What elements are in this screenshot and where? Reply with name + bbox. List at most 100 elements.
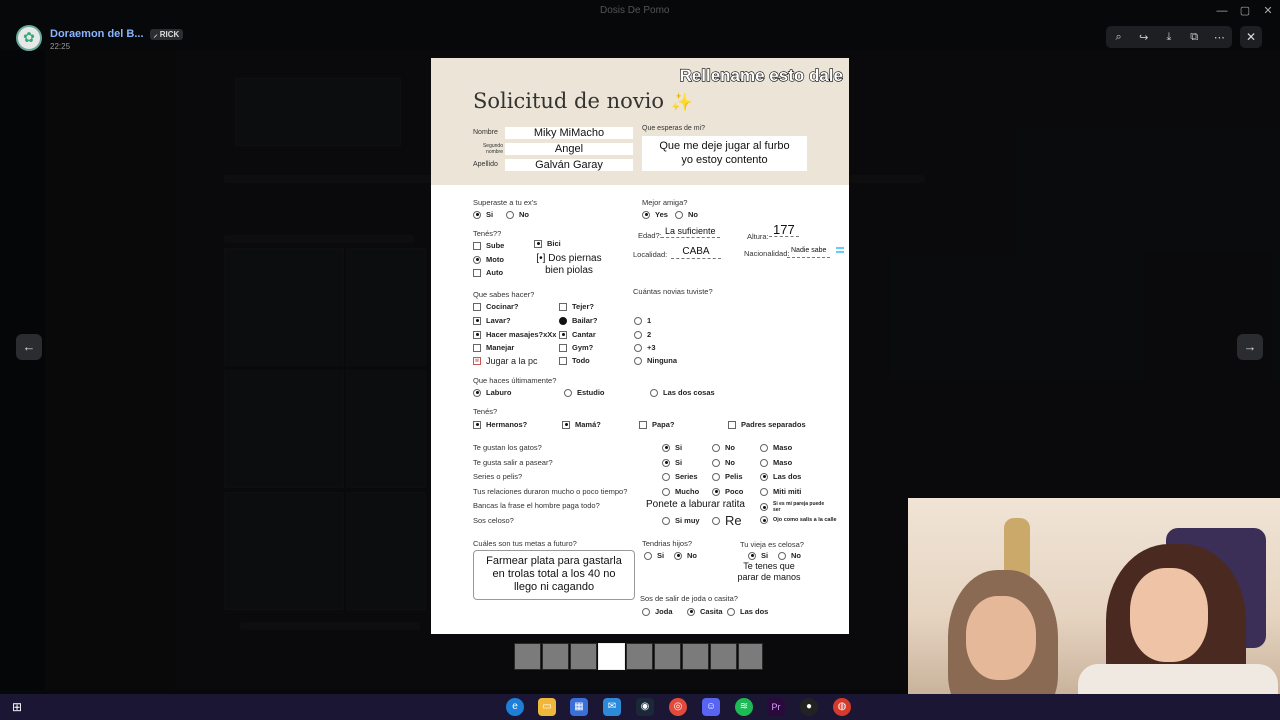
ultimamente-ambas: Las dos cosas [650,388,715,397]
steam-icon[interactable]: ◉ [636,698,654,716]
hijos-si: Si [644,551,664,560]
form-title: Solicitud de novio ✨ [473,89,693,113]
piernas-handwritten: [•] Dos piernas bien piolas [534,253,604,277]
celoso-ojo: Ojo como salis a la calle [760,516,837,524]
option-label: Si [675,458,683,467]
thumbnail[interactable] [710,643,737,670]
radio-icon [712,516,720,525]
zoom-icon[interactable]: ⌕ [1109,31,1129,44]
option-label: Series [675,472,698,481]
radio-icon [760,458,768,467]
radio-icon [473,210,481,219]
radio-icon [634,356,642,365]
maximize-button[interactable]: ▢ [1235,3,1255,19]
pasear-si: Si [662,458,682,467]
tenes2-papa: Papa? [639,420,675,429]
window-close-button[interactable]: ✕ [1258,3,1278,19]
mail-icon[interactable]: ✉ [603,698,621,716]
download-icon[interactable]: ⤓ [1159,31,1179,44]
radio-icon [634,316,642,325]
windows-icon[interactable]: ⊞ [8,698,26,716]
browser-icon[interactable]: ◍ [833,698,851,716]
window-title: Dosis De Pomo [600,5,670,16]
chrome-icon[interactable]: ◎ [669,698,687,716]
open-external-icon[interactable]: ⧉ [1184,31,1204,44]
hand-line: [•] Dos piernas [536,253,602,264]
next-image-button[interactable]: → [1237,334,1263,360]
option-label: Lavar? [486,316,511,325]
thumbnail[interactable] [682,643,709,670]
esperas-line: yo estoy contento [681,154,768,166]
overlay-caption: Rellename esto dale [679,65,844,85]
joda-question: Sos de salir de joda o casita? [640,594,738,603]
role-badge: ⸝ RICK [149,29,184,40]
avatar[interactable]: ✿ [16,24,42,51]
option-label: Hermanos? [486,420,528,429]
checkbox-icon [728,420,736,429]
gatos-maso: Maso [760,443,792,452]
celoso-question: Sos celoso? [473,516,514,525]
store-icon[interactable]: ▦ [570,698,588,716]
novias-question: Cuántas novias tuviste? [633,287,713,296]
close-viewer-button[interactable]: ✕ [1240,26,1262,48]
metas-line: Farmear plata para gastarla [486,555,622,567]
more-icon[interactable]: ⋯ [1209,31,1229,44]
discord-icon[interactable]: ☺ [702,698,720,716]
sabes-lavar: Lavar? [473,316,511,325]
sabes-jugar: ※ Jugar a la pc [473,356,538,366]
radio-icon [712,443,720,452]
thumbnail[interactable] [626,643,653,670]
radio-icon [642,607,650,616]
relaciones-poco: Poco [712,487,743,496]
uploader-info[interactable]: ✿ Doraemon del B... ⸝ RICK 22:25 [16,24,184,51]
option-label: Todo [572,356,590,365]
thumbnail-active[interactable] [598,643,625,670]
checkbox-icon [639,420,647,429]
radio-icon [712,458,720,467]
option-label: Si [657,551,665,560]
hand-line: Te tenes que [743,561,795,571]
pasear-question: Te gusta salir a pasear? [473,458,553,467]
sabes-cantar: Cantar [559,330,596,339]
radio-icon [650,388,658,397]
thumbnail[interactable] [738,643,763,670]
checkbox-icon [473,302,481,311]
option-label: Cocinar? [486,302,519,311]
option-label: No [688,210,698,219]
thumbnail[interactable] [654,643,681,670]
radio-icon [760,503,768,511]
tenes-bici: Bici [534,239,561,248]
hijos-question: Tendrias hijos? [642,539,693,548]
superaste-question: Superaste a tu ex's [473,198,537,207]
minimize-button[interactable]: — [1212,3,1232,19]
option-label: Jugar a la pc [486,356,538,366]
files-icon[interactable]: ▭ [538,698,556,716]
timestamp: 22:25 [50,42,71,51]
thumbnail[interactable] [514,643,541,670]
scribble-icon: ※ [473,357,481,365]
edge-icon[interactable]: e [506,698,524,716]
spotify-icon[interactable]: ≋ [735,698,753,716]
share-icon[interactable]: ↪ [1134,31,1154,44]
obs-icon[interactable]: ● [800,698,818,716]
premiere-icon[interactable]: Pr [767,698,785,716]
novias-1: 1 [634,316,651,325]
thumbnail[interactable] [542,643,569,670]
option-label: Maso [773,458,793,467]
option-label: Las dos cosas [663,388,715,397]
tenes-sube: Sube [473,241,504,250]
thumbnail[interactable] [570,643,597,670]
radio-icon [674,551,682,560]
option-label: Papa? [652,420,675,429]
option-label: Poco [725,487,744,496]
previous-image-button[interactable]: ← [16,334,42,360]
thumbnail-strip [514,643,763,670]
username[interactable]: Doraemon del B... [50,28,144,40]
form-title-text: Solicitud de novio [473,89,664,113]
option-label: Laburo [486,388,512,397]
tenes-auto: Auto [473,268,503,277]
radio-icon [662,458,670,467]
sabes-gym: Gym? [559,343,593,352]
radio-icon [634,330,642,339]
amiga-yes: Yes [642,210,668,219]
